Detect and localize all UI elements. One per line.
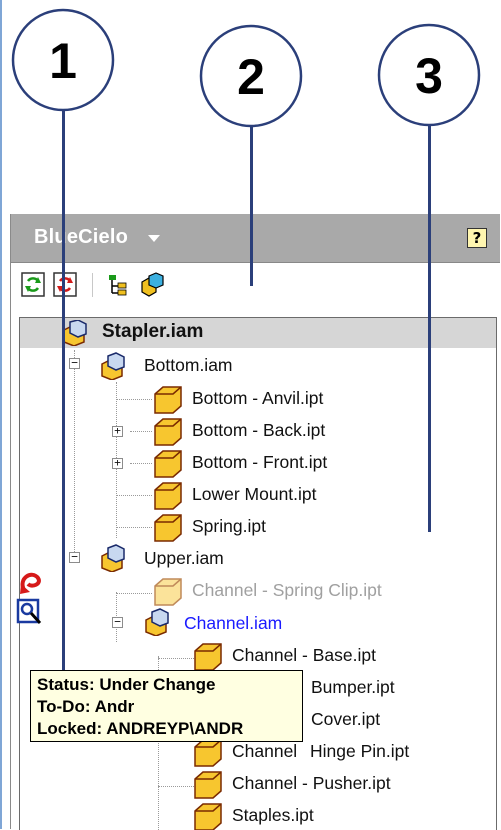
tree-connector bbox=[130, 431, 152, 432]
callout-1: 1 bbox=[11, 8, 115, 112]
tree-label-part: Hinge Pin.ipt bbox=[310, 741, 410, 761]
tree-label-upper: Upper.iam bbox=[144, 548, 224, 568]
tooltip-todo: To-Do: Andr bbox=[37, 697, 135, 716]
callout-2: 2 bbox=[199, 24, 303, 128]
callout-2-leader bbox=[250, 127, 253, 286]
tree-label-part: Channel - Pusher.ipt bbox=[232, 773, 391, 793]
part-icon bbox=[154, 578, 182, 606]
callout-2-number: 2 bbox=[237, 49, 265, 105]
tree-connector bbox=[116, 495, 152, 496]
tree-label-spring-clip: Channel - Spring Clip.ipt bbox=[192, 580, 382, 600]
expand-icon[interactable]: + bbox=[112, 425, 123, 437]
panel-toolbar bbox=[11, 263, 500, 305]
toolbar-separator bbox=[92, 273, 93, 297]
assembly-icon bbox=[101, 544, 125, 572]
part-icon bbox=[154, 514, 182, 542]
status-checkout-icon bbox=[18, 570, 48, 596]
tree-label-part: Cover.ipt bbox=[311, 709, 381, 729]
callout-3: 3 bbox=[377, 23, 481, 127]
tree-label-part: Channel - Base.ipt bbox=[232, 645, 376, 665]
tree-label-part: Bumper.ipt bbox=[311, 677, 395, 697]
collapse-icon[interactable]: − bbox=[69, 551, 80, 563]
status-tooltip: Status: Under Change To-Do: Andr Locked:… bbox=[30, 670, 303, 742]
tree-connector bbox=[116, 399, 152, 400]
callout-1-leader bbox=[62, 111, 65, 680]
tree-connector bbox=[158, 658, 194, 659]
assembly-view-icon[interactable] bbox=[139, 272, 165, 298]
help-button[interactable]: ? bbox=[467, 228, 487, 248]
panel-header: BlueCielo ? bbox=[11, 214, 500, 263]
assembly-icon bbox=[145, 608, 169, 636]
window-frame-edge bbox=[0, 0, 2, 829]
tree-label-root: Stapler.iam bbox=[102, 321, 204, 342]
callout-3-leader bbox=[428, 126, 431, 532]
part-icon bbox=[154, 418, 182, 446]
part-icon bbox=[154, 386, 182, 414]
refresh-green-icon[interactable] bbox=[21, 272, 47, 298]
tree-label-part: Bottom - Front.ipt bbox=[192, 452, 328, 472]
tree-view-icon[interactable] bbox=[106, 272, 132, 298]
tree-connector bbox=[158, 786, 194, 787]
tree-label-part: Staples.ipt bbox=[232, 805, 314, 825]
tree-label-part: Bottom - Back.ipt bbox=[192, 420, 326, 440]
collapse-icon[interactable]: − bbox=[69, 357, 80, 369]
callout-1-number: 1 bbox=[49, 33, 77, 89]
title-dropdown-icon[interactable] bbox=[148, 235, 160, 242]
expand-icon[interactable]: + bbox=[112, 457, 123, 469]
assembly-icon bbox=[63, 320, 87, 346]
part-icon bbox=[154, 482, 182, 510]
tree-label-part: Lower Mount.ipt bbox=[192, 484, 317, 504]
tooltip-status: Status: Under Change bbox=[37, 675, 216, 694]
tree-label-channel: Channel.iam bbox=[184, 613, 283, 633]
callout-3-number: 3 bbox=[415, 48, 443, 104]
part-icon bbox=[194, 803, 222, 830]
tooltip-locked: Locked: ANDREYP\ANDR bbox=[37, 719, 244, 738]
tree-connector bbox=[74, 350, 75, 556]
part-icon bbox=[194, 771, 222, 799]
tree-label-part-prefix: Channel bbox=[232, 741, 298, 761]
panel-title[interactable]: BlueCielo bbox=[34, 226, 128, 249]
vault-tree: Stapler.iam − Bottom.iam Bottom - Anvil.… bbox=[19, 317, 497, 830]
tree-label-part: Spring.ipt bbox=[192, 516, 266, 536]
tree-label-bottom: Bottom.iam bbox=[144, 355, 233, 375]
part-icon bbox=[194, 643, 222, 671]
collapse-icon[interactable]: − bbox=[112, 616, 123, 628]
part-icon bbox=[194, 739, 222, 767]
status-search-icon bbox=[16, 598, 46, 626]
assembly-icon bbox=[101, 352, 125, 380]
tree-connector bbox=[130, 463, 152, 464]
tree-label-part: Bottom - Anvil.ipt bbox=[192, 388, 324, 408]
tree-row-root[interactable]: Stapler.iam bbox=[20, 318, 496, 348]
tree-connector bbox=[116, 593, 152, 594]
refresh-red-icon[interactable] bbox=[53, 272, 79, 298]
part-icon bbox=[154, 450, 182, 478]
tree-connector bbox=[116, 527, 152, 528]
